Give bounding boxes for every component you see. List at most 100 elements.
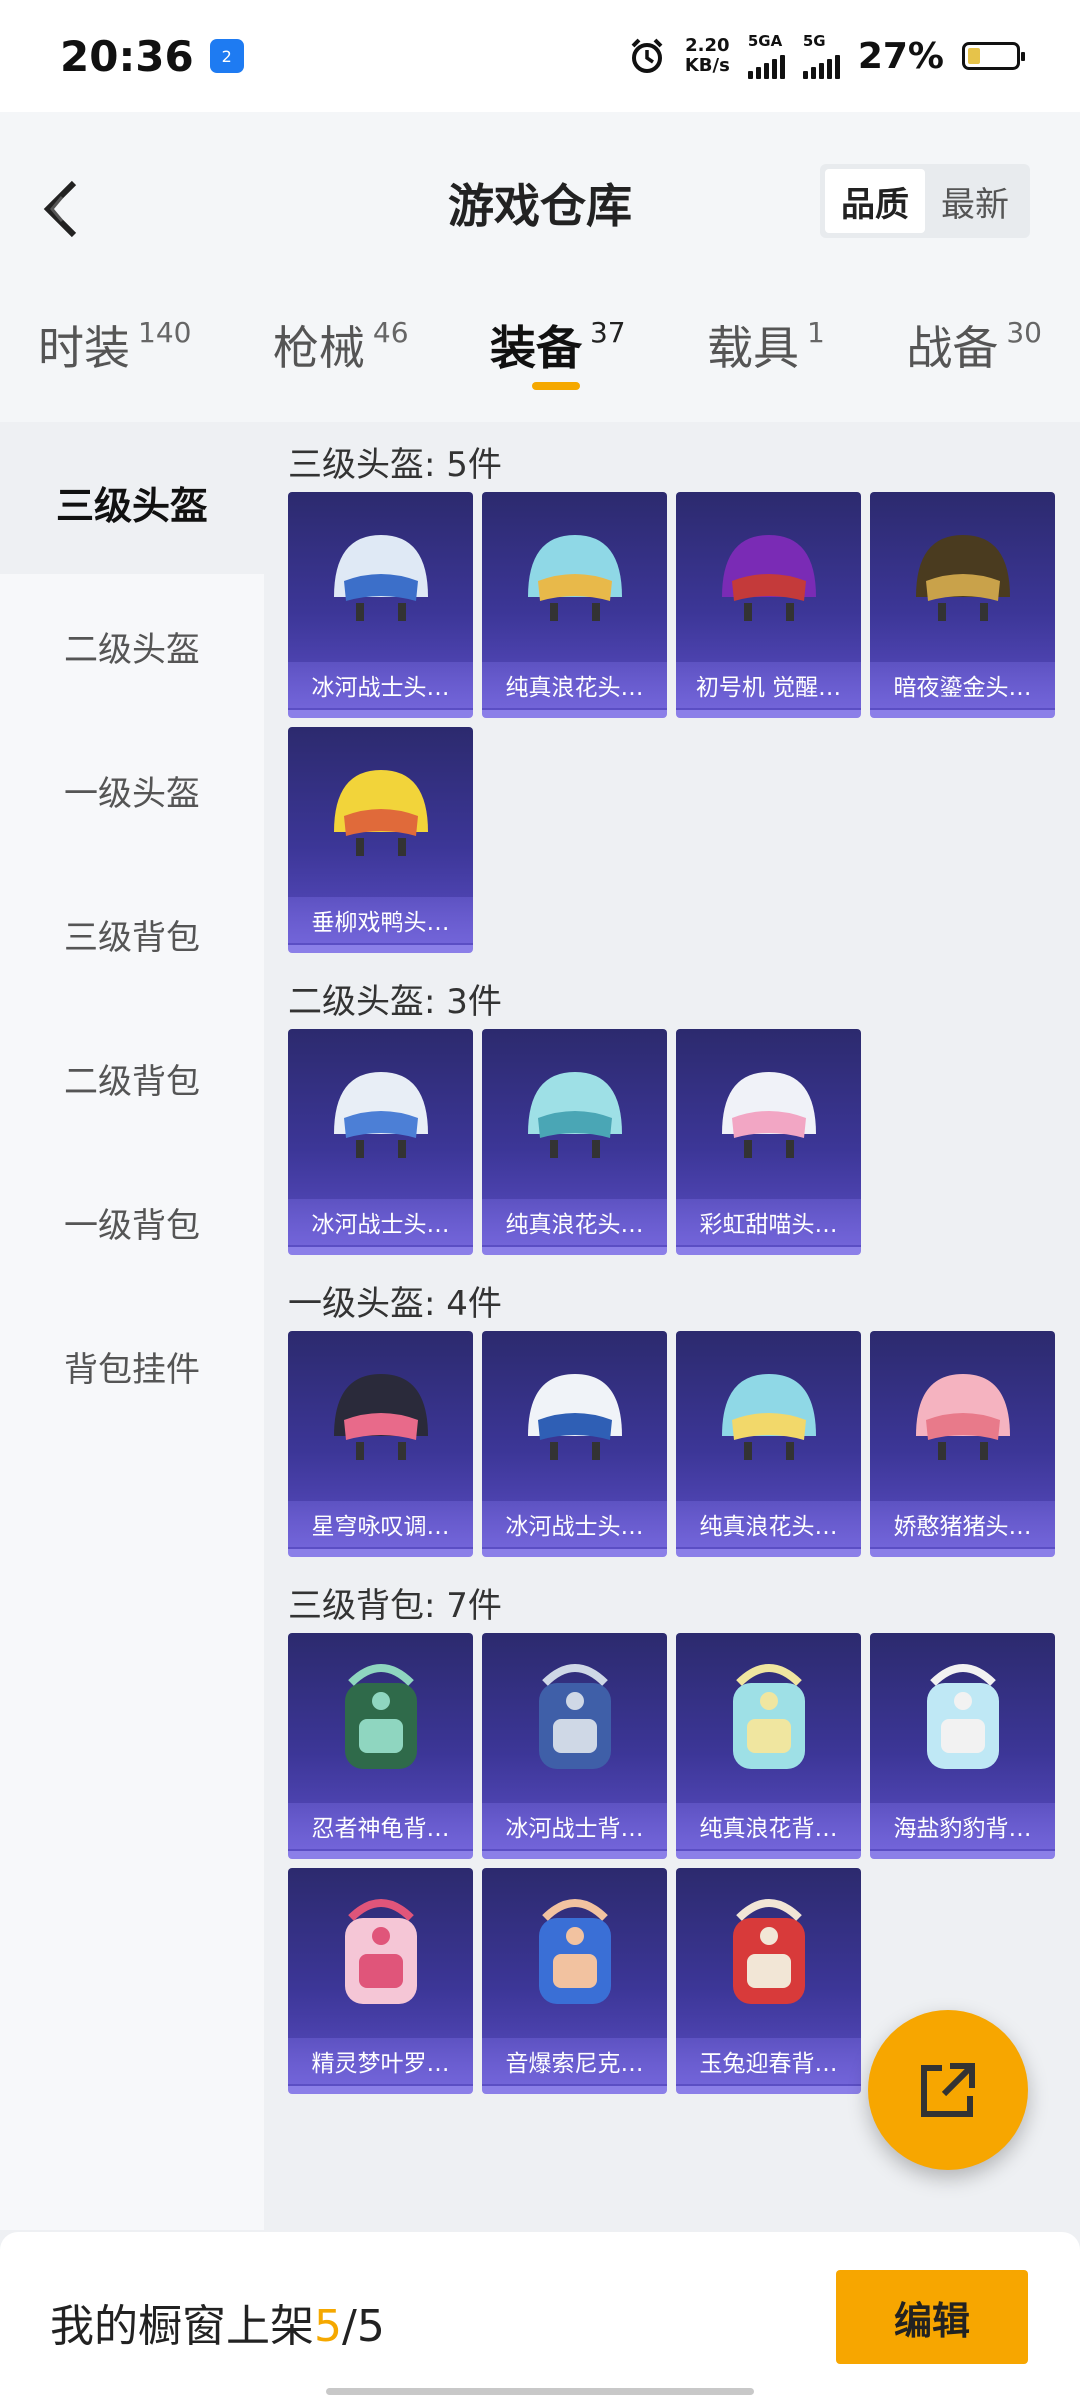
helmet-icon <box>482 1039 667 1189</box>
item-grid: 冰河战士头… 纯真浪花头… 初号机 觉醒… 暗夜鎏金头… 垂柳戏鸭头… <box>288 492 1080 953</box>
tab-fashion[interactable]: 时装 140 <box>38 312 191 412</box>
item-name: 初号机 觉醒… <box>676 662 861 708</box>
item-card[interactable]: 纯真浪花背… <box>676 1633 861 1859</box>
category-tabs: 时装 140 枪械 46 装备 37 载具 1 战备 30 <box>0 312 1080 412</box>
home-indicator[interactable] <box>326 2388 754 2395</box>
item-name: 纯真浪花背… <box>676 1803 861 1849</box>
item-card[interactable]: 忍者神龟背… <box>288 1633 473 1859</box>
item-card[interactable]: 纯真浪花头… <box>482 1029 667 1255</box>
edit-button[interactable]: 编辑 <box>836 2270 1028 2364</box>
alarm-icon <box>631 38 663 73</box>
header: 游戏仓库 品质 最新 时装 140 枪械 46 装备 37 载具 1 战备 30 <box>0 112 1080 422</box>
item-name: 冰河战士背… <box>482 1803 667 1849</box>
item-name: 冰河战士头… <box>288 662 473 708</box>
backpack-icon <box>676 1878 861 2028</box>
sidebar-item-level3-backpack[interactable]: 三级背包 <box>0 862 264 1006</box>
helmet-icon <box>870 502 1055 652</box>
item-card[interactable]: 纯真浪花头… <box>676 1331 861 1557</box>
sidebar-item-level1-helmet[interactable]: 一级头盔 <box>0 718 264 862</box>
sidebar-item-level2-backpack[interactable]: 二级背包 <box>0 1006 264 1150</box>
section-title: 三级背包: 7件 <box>288 1585 502 1626</box>
item-name: 海盐豹豹背… <box>870 1803 1055 1849</box>
helmet-icon <box>288 737 473 887</box>
item-card[interactable]: 星穹咏叹调… <box>288 1331 473 1557</box>
sort-newest-button[interactable]: 最新 <box>925 169 1025 233</box>
backpack-icon <box>870 1643 1055 1793</box>
item-name: 纯真浪花头… <box>676 1501 861 1547</box>
battery-percent: 27% <box>857 35 944 77</box>
battery-icon <box>962 42 1025 70</box>
item-card[interactable]: 冰河战士背… <box>482 1633 667 1859</box>
sidebar-item-level2-helmet[interactable]: 二级头盔 <box>0 574 264 718</box>
section-title: 一级头盔: 4件 <box>288 1283 502 1324</box>
share-button[interactable] <box>868 2010 1028 2170</box>
item-grid: 星穹咏叹调… 冰河战士头… 纯真浪花头… 娇憨猪猪头… <box>288 1331 1080 1557</box>
item-card[interactable]: 娇憨猪猪头… <box>870 1331 1055 1557</box>
backpack-icon <box>676 1643 861 1793</box>
battery-level-fill <box>968 48 981 64</box>
item-card[interactable]: 暗夜鎏金头… <box>870 492 1055 718</box>
sidebar-item-level3-helmet[interactable]: 三级头盔 <box>0 430 264 574</box>
section-title: 三级头盔: 5件 <box>288 444 502 485</box>
item-name: 玉兔迎春背… <box>676 2038 861 2084</box>
item-name: 忍者神龟背… <box>288 1803 473 1849</box>
helmet-icon <box>676 502 861 652</box>
tab-supplies[interactable]: 战备 30 <box>906 312 1042 412</box>
item-name: 冰河战士头… <box>288 1199 473 1245</box>
item-card[interactable]: 冰河战士头… <box>482 1331 667 1557</box>
item-grid: 冰河战士头… 纯真浪花头… 彩虹甜喵头… <box>288 1029 1080 1255</box>
helmet-icon <box>676 1039 861 1189</box>
showcase-status: 我的橱窗上架5/5 <box>50 2301 385 2352</box>
backpack-icon <box>288 1643 473 1793</box>
share-out-icon <box>921 2063 975 2117</box>
helmet-icon <box>482 502 667 652</box>
helmet-icon <box>288 1341 473 1491</box>
item-card[interactable]: 彩虹甜喵头… <box>676 1029 861 1255</box>
item-name: 精灵梦叶罗… <box>288 2038 473 2084</box>
item-name: 纯真浪花头… <box>482 662 667 708</box>
item-name: 音爆索尼克… <box>482 2038 667 2084</box>
status-icons: 2.20 KB/s 5GA 5G 27% <box>627 33 1025 79</box>
section-title: 二级头盔: 3件 <box>288 981 502 1022</box>
item-name: 暗夜鎏金头… <box>870 662 1055 708</box>
sidebar-item-level1-backpack[interactable]: 一级背包 <box>0 1150 264 1294</box>
category-sidebar: 三级头盔 二级头盔 一级头盔 三级背包 二级背包 一级背包 背包挂件 <box>0 430 264 2230</box>
tab-equipment[interactable]: 装备 37 <box>490 312 626 412</box>
item-list: 三级头盔: 5件 冰河战士头… 纯真浪花头… 初号机 觉醒… 暗夜鎏金头… 垂柳戏鸭头… 二… <box>264 430 1080 2230</box>
item-card[interactable]: 初号机 觉醒… <box>676 492 861 718</box>
item-card[interactable]: 精灵梦叶罗… <box>288 1868 473 2094</box>
tab-firearms[interactable]: 枪械 46 <box>273 312 409 412</box>
item-name: 娇憨猪猪头… <box>870 1501 1055 1547</box>
signal-5ga-icon: 5GA <box>747 33 785 79</box>
tab-vehicles[interactable]: 载具 1 <box>707 312 825 412</box>
status-bar: 20:36 2 2.20 KB/s 5GA 5G 27% <box>0 0 1080 112</box>
tab-active-indicator <box>531 382 580 390</box>
sort-quality-button[interactable]: 品质 <box>825 169 925 233</box>
helmet-icon <box>676 1341 861 1491</box>
helmet-icon <box>482 1341 667 1491</box>
item-card[interactable]: 玉兔迎春背… <box>676 1868 861 2094</box>
backpack-icon <box>482 1643 667 1793</box>
network-speed: 2.20 KB/s <box>684 35 730 76</box>
nfc-icon: 2 <box>209 39 244 73</box>
item-card[interactable]: 冰河战士头… <box>288 492 473 718</box>
item-card[interactable]: 垂柳戏鸭头… <box>288 727 473 953</box>
bottom-bar: 我的橱窗上架5/5 编辑 <box>0 2232 1080 2400</box>
clock: 20:36 <box>60 31 194 81</box>
item-card[interactable]: 音爆索尼克… <box>482 1868 667 2094</box>
backpack-icon <box>482 1878 667 2028</box>
signal-5g-icon: 5G <box>802 33 840 79</box>
helmet-icon <box>288 502 473 652</box>
sidebar-item-backpack-charm[interactable]: 背包挂件 <box>0 1294 264 1438</box>
item-name: 冰河战士头… <box>482 1501 667 1547</box>
item-name: 纯真浪花头… <box>482 1199 667 1245</box>
item-card[interactable]: 冰河战士头… <box>288 1029 473 1255</box>
helmet-icon <box>870 1341 1055 1491</box>
helmet-icon <box>288 1039 473 1189</box>
backpack-icon <box>288 1878 473 2028</box>
item-card[interactable]: 纯真浪花头… <box>482 492 667 718</box>
item-name: 垂柳戏鸭头… <box>288 897 473 943</box>
item-card[interactable]: 海盐豹豹背… <box>870 1633 1055 1859</box>
item-name: 星穹咏叹调… <box>288 1501 473 1547</box>
sort-toggle: 品质 最新 <box>820 164 1030 238</box>
